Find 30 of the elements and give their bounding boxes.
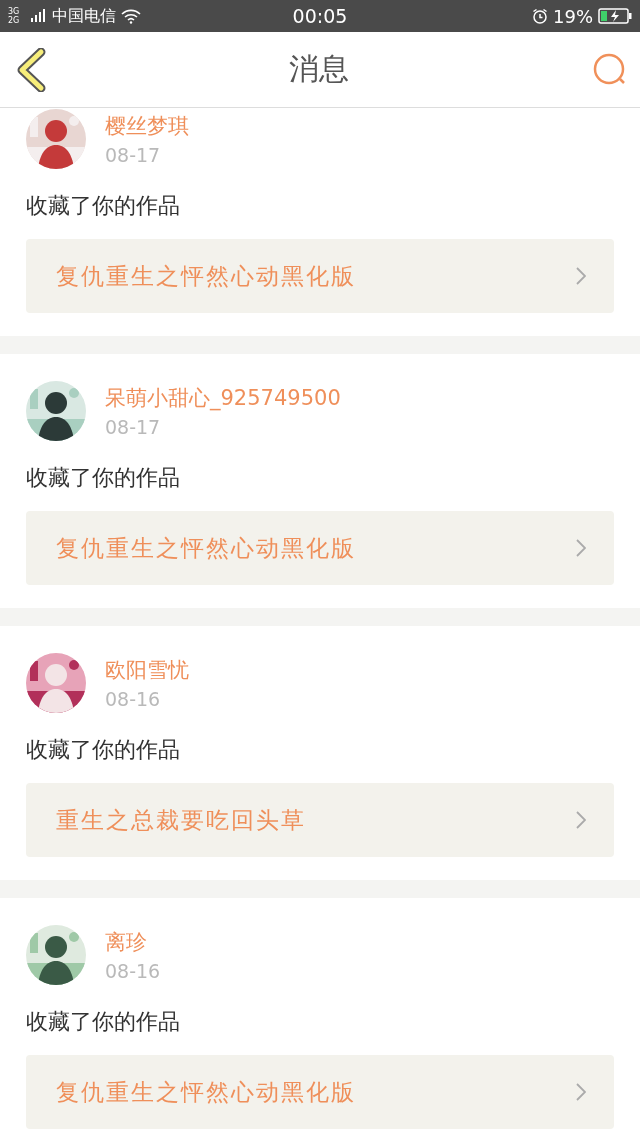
network-type: 3G 2G (8, 7, 21, 25)
carrier-name: 中国电信 (52, 5, 116, 27)
message-date: 08-16 (105, 960, 161, 982)
action-text: 收藏了你的作品 (26, 1008, 181, 1036)
battery-charging-icon (598, 8, 632, 24)
chevron-icon (576, 539, 586, 557)
message-date: 08-17 (105, 416, 162, 438)
action-text: 收藏了你的作品 (26, 736, 181, 764)
chevron-icon (576, 1083, 586, 1101)
wifi-icon (121, 8, 141, 24)
action-text: 收藏了你的作品 (26, 464, 181, 492)
message-date: 08-17 (105, 144, 162, 166)
user-name[interactable]: 离珍 (105, 928, 161, 956)
user-name[interactable]: 呆萌小甜心_925749500 (105, 384, 341, 412)
message-date: 08-16 (105, 688, 162, 710)
work-link[interactable]: 复仇重生之怦然心动黑化版 (26, 1055, 614, 1129)
work-link[interactable]: 复仇重生之怦然心动黑化版 (26, 239, 614, 313)
user-name[interactable]: 欧阳雪忧 (105, 656, 189, 684)
alarm-icon (532, 8, 548, 24)
page-title: 消息 (289, 50, 349, 88)
work-link[interactable]: 重生之总裁要吃回头草 (26, 783, 614, 857)
user-name[interactable]: 樱丝梦琪 (105, 112, 189, 140)
signal-icon (31, 9, 47, 23)
clock-time: 00:05 (292, 5, 348, 27)
battery-percent: 19% (553, 5, 593, 27)
action-text: 收藏了你的作品 (26, 192, 181, 220)
back-button[interactable] (16, 47, 46, 92)
chevron-icon (576, 811, 586, 829)
chevron-icon (576, 267, 586, 285)
work-link[interactable]: 复仇重生之怦然心动黑化版 (26, 511, 614, 585)
